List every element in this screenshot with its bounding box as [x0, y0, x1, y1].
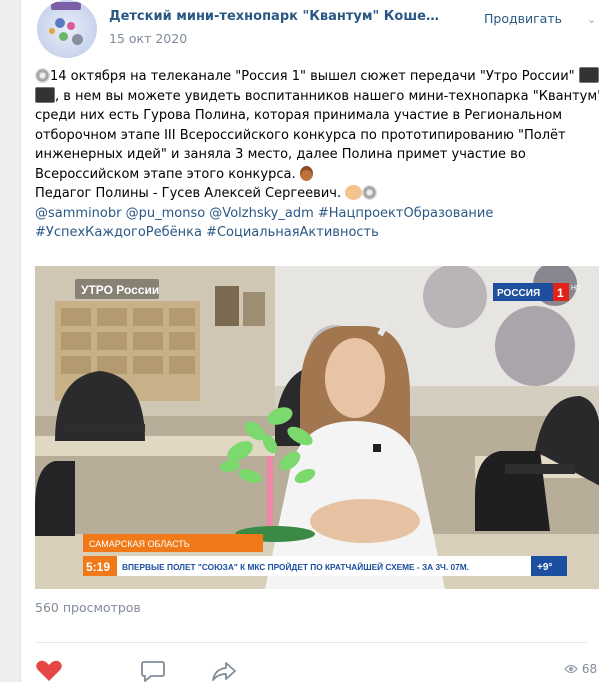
hd-label: HD [571, 285, 581, 292]
post-text-line-5: инженерных идей" и заняла 3 место, далее… [35, 147, 526, 162]
hashtags-line-2[interactable]: #УспехКаждогоРебёнка #СоциальнаяАктивнос… [35, 223, 599, 243]
girl-face [325, 338, 385, 418]
poster-gear [423, 266, 487, 328]
post-text-line-7: Педагог Полины - Гусев Алексей Сергеевич… [35, 184, 599, 204]
comment-button[interactable]: 2 [141, 660, 165, 682]
ticker-temp: +9° [537, 562, 552, 573]
avatar-dot [49, 28, 55, 34]
post-text-line-3: среди них есть Гурова Полина, которая пр… [35, 108, 563, 123]
frame-on-shelf [215, 286, 239, 326]
share-button[interactable]: 4 [211, 660, 237, 682]
ticker-time: 5:19 [86, 560, 110, 574]
group-avatar[interactable] [37, 0, 97, 58]
avatar-dot [67, 22, 75, 30]
heart-icon [36, 660, 62, 681]
girl-hands [310, 499, 420, 543]
monitor [505, 464, 575, 474]
eye-count: 68 [581, 662, 598, 676]
lapel-mic [373, 444, 381, 452]
gear-emoji-icon [35, 68, 50, 83]
post-text-line-2: , в нем вы можете увидеть воспитанников … [35, 86, 599, 107]
poster-gear [495, 306, 575, 386]
post-header: Детский мини-технопарк "Квантум" Кошелев… [21, 0, 599, 60]
eye-icon [564, 664, 578, 674]
like-button[interactable]: 17 [35, 660, 63, 682]
avatar-dot [55, 18, 65, 28]
tv-emoji-icon [578, 67, 599, 83]
post-card: Детский мини-технопарк "Квантум" Кошелев… [20, 0, 599, 682]
post-text-line-4: отборочном этапе III Всероссийского конк… [35, 127, 566, 143]
monitor [65, 424, 145, 432]
video-frame: УТРО России РОССИЯ 1 HD САМАРСКАЯ ОБЛАСТ… [35, 266, 599, 589]
share-arrow-icon [212, 662, 236, 681]
tree-trunk [267, 456, 273, 531]
avatar-dot [59, 32, 68, 41]
chair [475, 451, 550, 531]
morning-show-logo: УТРО России [81, 283, 159, 297]
group-name-link[interactable]: Детский мини-технопарк "Квантум" Кошелев… [109, 9, 439, 24]
ticker-text: ВПЕРВЫЕ ПОЛЕТ "СОЮЗА" К МКС ПРОЙДЕТ ПО К… [122, 561, 469, 572]
chevron-down-icon[interactable]: ⌄ [587, 13, 596, 26]
actions-divider [35, 642, 587, 643]
promote-button[interactable]: Продвигать [484, 11, 562, 26]
post-text-line-1: 14 октября на телеканале "Россия 1" выше… [35, 67, 599, 87]
gear-emoji-icon [362, 185, 378, 200]
avatar-banner [51, 2, 81, 10]
medal-emoji-icon [299, 165, 313, 181]
avatar-dot [72, 34, 83, 45]
comment-icon [141, 661, 165, 682]
region-plate: САМАРСКАЯ ОБЛАСТЬ [89, 539, 190, 549]
channel-number: 1 [557, 286, 564, 300]
views-indicator: 68 [564, 662, 597, 676]
video-player[interactable]: УТРО России РОССИЯ 1 HD САМАРСКАЯ ОБЛАСТ… [35, 266, 599, 589]
frame-on-shelf [243, 292, 265, 326]
post-text: 14 октября на телеканале "Россия 1" выше… [35, 67, 599, 243]
tv-emoji-icon [35, 86, 55, 103]
views-count: 560 просмотров [35, 600, 141, 615]
post-date[interactable]: 15 окт 2020 [109, 31, 187, 46]
channel-badge: РОССИЯ [497, 288, 540, 299]
clap-emoji-icon [345, 185, 363, 200]
hashtags-line-1[interactable]: @samminobr @pu_monso @Volzhsky_adm #Нацп… [35, 204, 599, 224]
post-text-line-6: Всероссийском этапе этого конкурса. [35, 165, 599, 185]
